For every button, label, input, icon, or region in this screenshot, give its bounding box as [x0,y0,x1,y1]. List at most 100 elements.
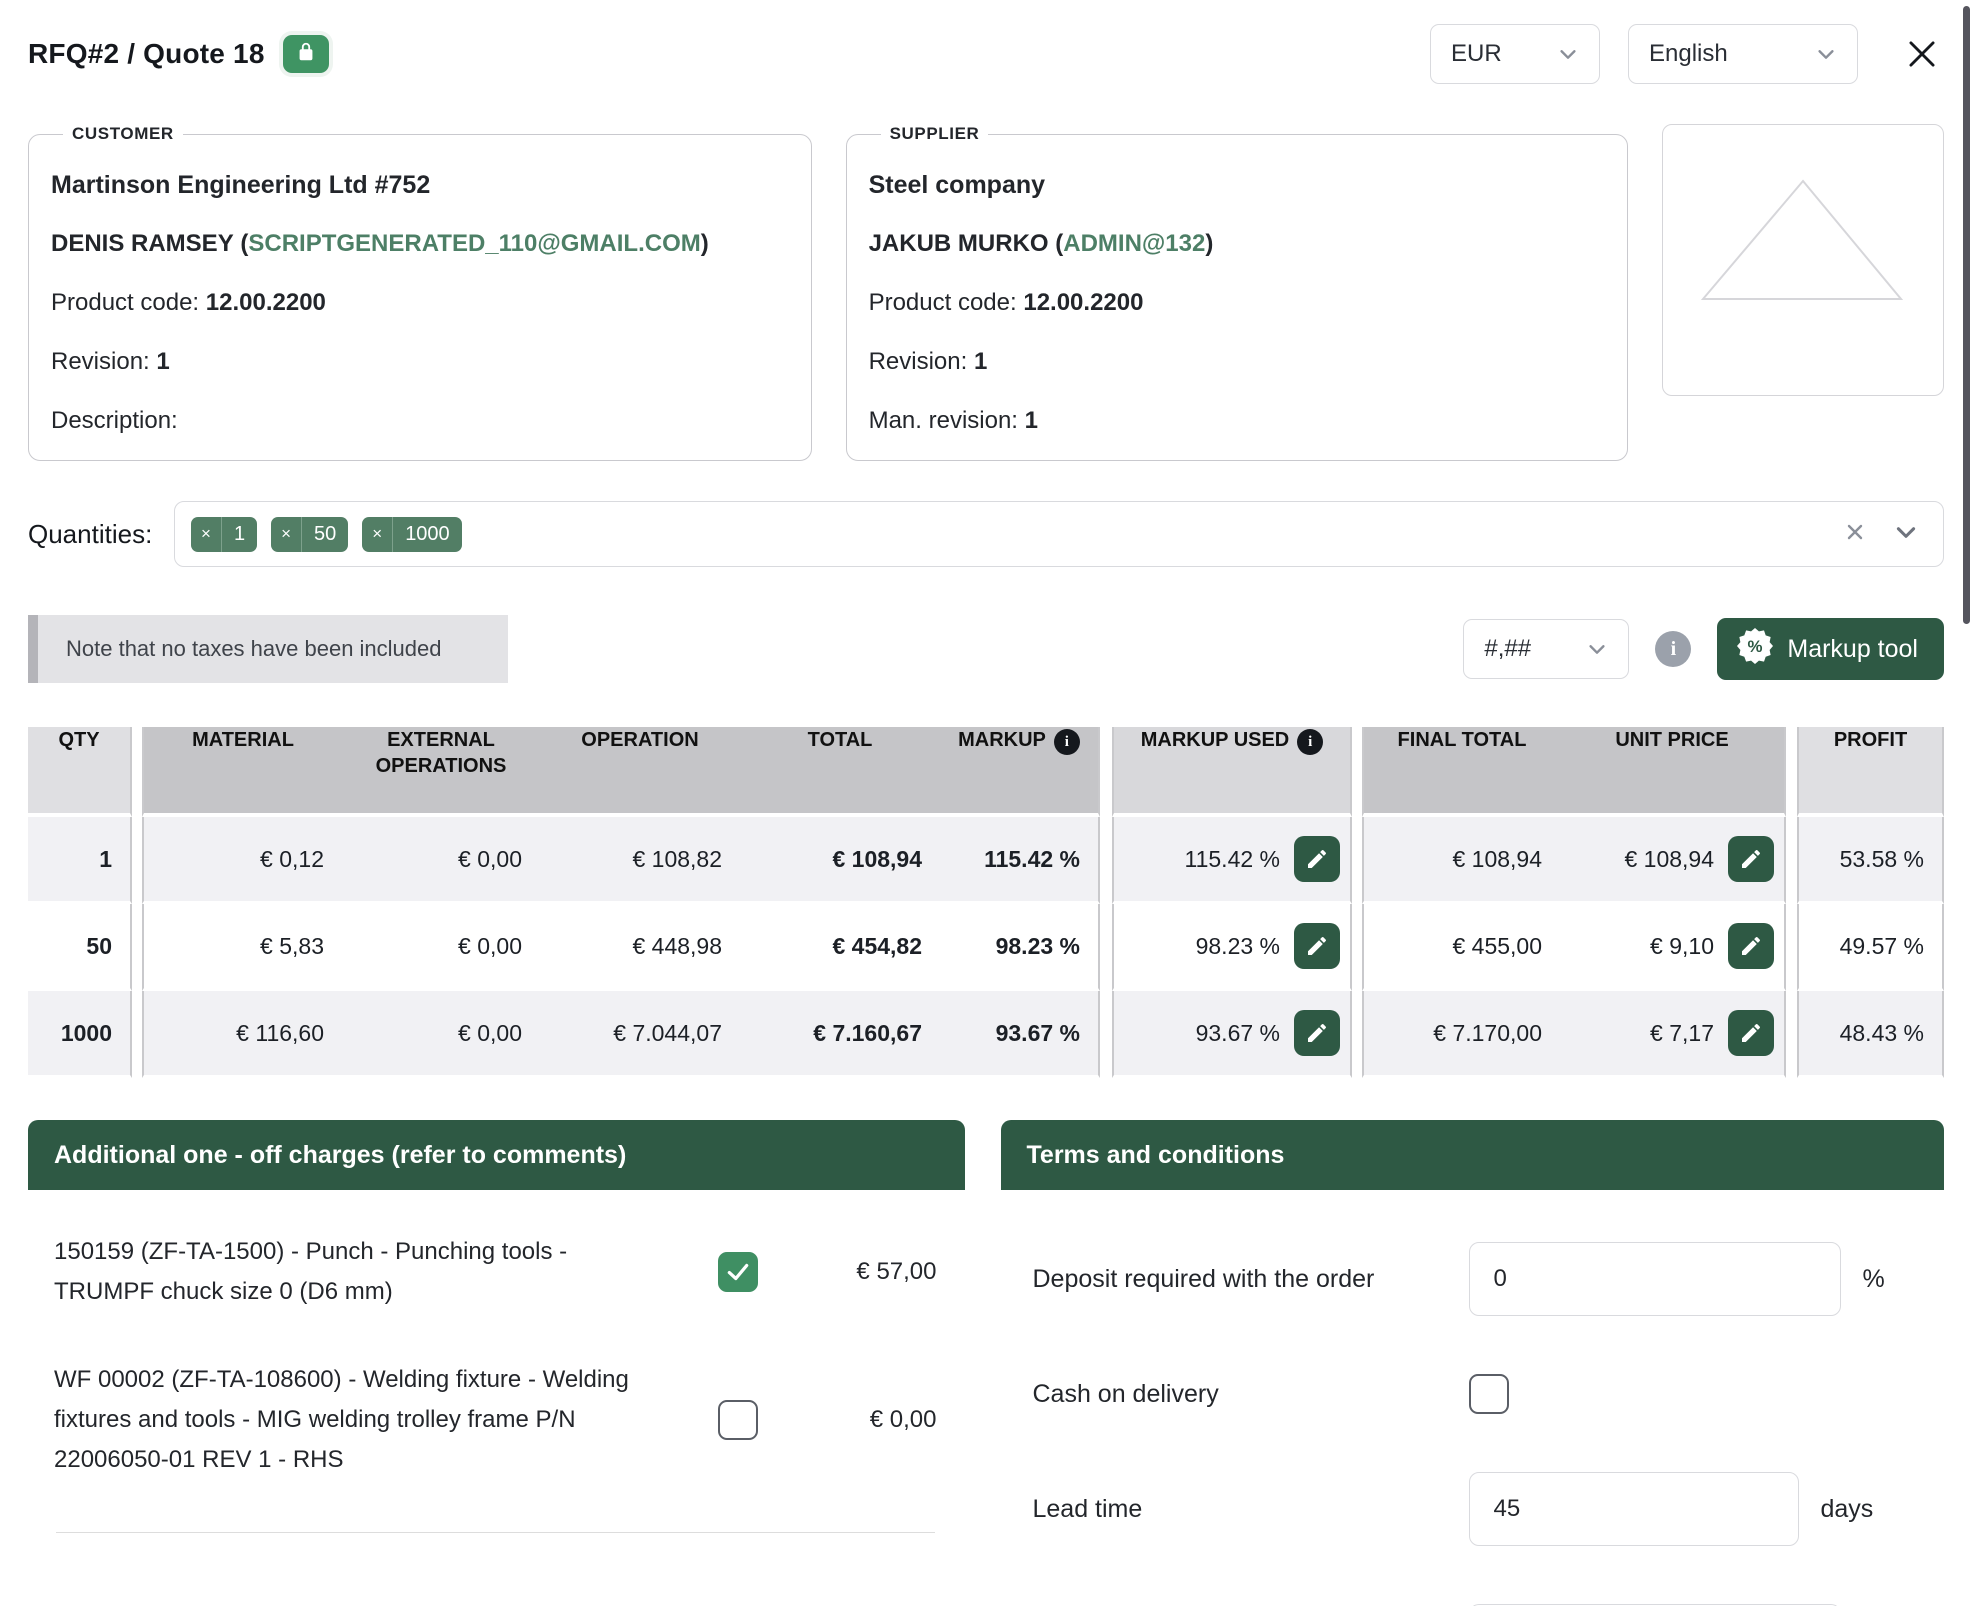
lead-time-input[interactable] [1469,1472,1799,1546]
col-header-profit: PROFIT [1797,727,1944,817]
col-header-operation: OPERATION [540,727,740,817]
lock-badge[interactable] [283,35,329,73]
decimal-format-value: #,## [1484,635,1570,663]
markup-tool-button[interactable]: % Markup tool [1717,618,1944,680]
quantity-chip[interactable]: ×50 [271,517,348,552]
cell-final-total: € 455,00 [1362,904,1560,991]
charge-item: WF 00002 (ZF-TA-108600) - Welding fixtur… [54,1360,937,1480]
divider [56,1532,935,1533]
quantity-chip[interactable]: ×1 [191,517,257,552]
info-icon[interactable]: i [1054,729,1080,755]
col-header-external-operations: EXTERNAL OPERATIONS [342,727,540,817]
decimal-format-select[interactable]: #,## [1463,619,1629,679]
cell-final-total: € 108,94 [1362,817,1560,904]
edit-unit-price-button[interactable] [1728,923,1774,969]
chip-remove-icon[interactable]: × [191,517,222,552]
cell-markup-used: 115.42 % [1112,817,1352,904]
scrollbar-thumb[interactable] [1963,6,1970,624]
supplier-product-code-line: Product code: 12.00.2200 [869,288,1606,318]
chevron-down-icon [1557,43,1579,65]
triangle-drawing-icon [1701,173,1905,348]
edit-markup-button[interactable] [1294,1010,1340,1056]
quantity-chip[interactable]: ×1000 [362,517,461,552]
cell-unit-price: € 9,10 [1560,904,1786,991]
chip-remove-icon[interactable]: × [362,517,393,552]
charge-item: 150159 (ZF-TA-1500) - Punch - Punching t… [54,1232,937,1312]
chevron-down-icon [1586,638,1608,660]
unit-price-value: € 9,10 [1650,933,1714,960]
supplier-revision-line: Revision: 1 [869,347,1606,377]
edit-markup-button[interactable] [1294,923,1340,969]
pricing-table: QTY MATERIAL EXTERNAL OPERATIONS OPERATI… [0,727,1972,1078]
edit-markup-button[interactable] [1294,836,1340,882]
quantities-multiselect[interactable]: ×1 ×50 ×1000 [174,501,1944,567]
cell-material: € 5,83 [142,904,342,991]
info-icon[interactable]: i [1297,729,1323,755]
clear-icon[interactable] [1843,520,1867,549]
col-header-material: MATERIAL [142,727,342,817]
col-header-final-total: FINAL TOTAL [1362,727,1560,817]
cell-operation: € 108,82 [540,817,740,904]
markup-tool-label: Markup tool [1787,635,1918,664]
info-icon[interactable]: i [1655,631,1691,667]
quantities-label: Quantities: [28,519,174,550]
markup-used-header-label: MARKUP USED [1141,729,1290,751]
cell-profit: 48.43 % [1797,991,1944,1078]
additional-charges-panel: Additional one - off charges (refer to c… [28,1120,965,1533]
cash-on-delivery-row: Cash on delivery [1033,1374,1911,1414]
terms-title: Terms and conditions [1001,1120,1945,1190]
paren-close: ) [701,230,709,257]
quantities-row: Quantities: ×1 ×50 ×1000 [0,501,1972,567]
product-code-label: Product code: [51,289,199,316]
description-label: Description: [51,407,178,434]
markup-controls: #,## i % Markup tool [1463,618,1944,680]
markup-used-value: 93.67 % [1196,1020,1280,1047]
customer-product-code-line: Product code: 12.00.2200 [51,288,789,318]
deposit-input[interactable] [1469,1242,1841,1316]
markup-used-value: 115.42 % [1185,846,1280,873]
customer-box: CUSTOMER Martinson Engineering Ltd #752 … [28,124,812,461]
close-icon[interactable] [1900,32,1944,76]
charge-amount: € 0,00 [870,1406,937,1434]
currency-select[interactable]: EUR [1430,24,1600,84]
revision-value: 1 [974,348,987,375]
cash-on-delivery-checkbox[interactable] [1469,1374,1509,1414]
unit-price-value: € 108,94 [1624,846,1714,873]
product-drawing-thumbnail[interactable] [1662,124,1944,396]
edit-unit-price-button[interactable] [1728,836,1774,882]
charge-checkbox[interactable] [718,1400,758,1440]
pricing-grid: QTY MATERIAL EXTERNAL OPERATIONS OPERATI… [28,727,1944,1078]
check-icon [725,1259,751,1285]
currency-value: EUR [1451,40,1541,68]
cell-markup-used: 98.23 % [1112,904,1352,991]
cell-profit: 49.57 % [1797,904,1944,991]
product-code-value: 12.00.2200 [1023,289,1143,316]
note-toolbar-row: Note that no taxes have been included #,… [0,615,1972,683]
col-header-qty: QTY [28,727,132,817]
customer-revision-line: Revision: 1 [51,347,789,377]
language-select[interactable]: English [1628,24,1858,84]
chip-value: 50 [302,517,348,552]
cell-markup: 115.42 % [940,817,1100,904]
man-revision-label: Man. revision: [869,407,1018,434]
col-header-markup: MARKUPi [940,727,1100,817]
bottom-panels: Additional one - off charges (refer to c… [0,1120,1972,1606]
cell-operation: € 7.044,07 [540,991,740,1078]
revision-value: 1 [156,348,169,375]
party-info-row: CUSTOMER Martinson Engineering Ltd #752 … [0,124,1972,461]
language-value: English [1649,40,1799,68]
customer-contact-name: DENIS RAMSEY [51,230,234,257]
chevron-down-icon[interactable] [1893,519,1919,550]
chip-remove-icon[interactable]: × [271,517,302,552]
quantity-chips: ×1 ×50 ×1000 [191,517,462,552]
customer-contact: DENIS RAMSEY (SCRIPTGENERATED_110@GMAIL.… [51,229,789,259]
edit-unit-price-button[interactable] [1728,1010,1774,1056]
additional-charges-title: Additional one - off charges (refer to c… [28,1120,965,1190]
customer-description-line: Description: [51,406,789,436]
dialog-header: RFQ#2 / Quote 18 EUR English [0,0,1972,84]
supplier-contact-email[interactable]: ADMIN@132 [1063,230,1205,257]
charge-checkbox[interactable] [718,1252,758,1292]
charge-description: 150159 (ZF-TA-1500) - Punch - Punching t… [54,1232,664,1312]
customer-contact-email[interactable]: SCRIPTGENERATED_110@GMAIL.COM [248,230,700,257]
cash-on-delivery-label: Cash on delivery [1033,1380,1469,1409]
